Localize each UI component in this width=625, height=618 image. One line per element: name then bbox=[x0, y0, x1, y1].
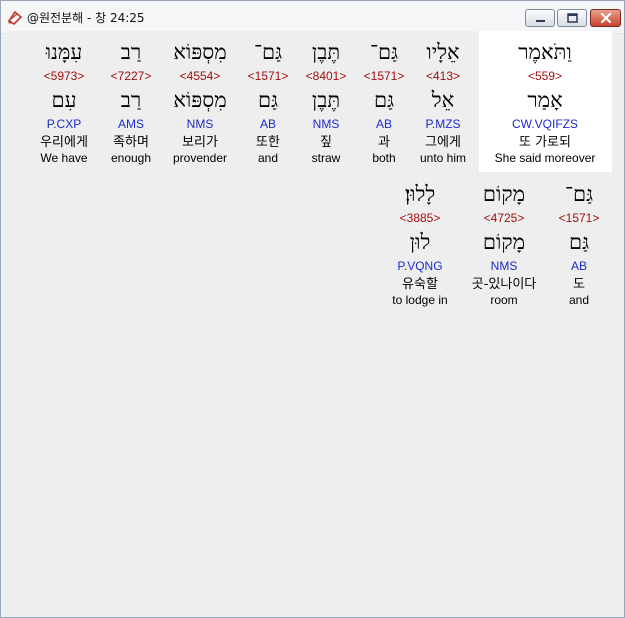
word-block[interactable]: עִמָּנוּ <5973> עִם P.CXP 우리에게 We have bbox=[4, 35, 124, 166]
korean-gloss: 유숙할 bbox=[402, 277, 438, 292]
window-title: @원전분해 - 창 24:25 bbox=[27, 11, 145, 25]
maximize-icon bbox=[567, 13, 578, 23]
hebrew-root: עִם bbox=[51, 88, 77, 112]
korean-gloss: 우리에게 bbox=[40, 135, 88, 150]
english-gloss: to lodge in bbox=[392, 293, 448, 307]
hebrew-root: לוּן bbox=[409, 230, 431, 254]
word-block[interactable]: לָלוּן׃ <3885> לוּן P.VQNG 유숙할 to lodge … bbox=[360, 177, 480, 308]
word-block[interactable]: וַתֹּאמֶר <559> אָמַר CW.VQIFZS 또 가로되 Sh… bbox=[485, 35, 605, 166]
korean-gloss: 또 가로되 bbox=[519, 135, 571, 150]
app-icon bbox=[6, 8, 24, 26]
hebrew-word: עִמָּנוּ bbox=[45, 40, 83, 64]
strong-number[interactable]: <5973> bbox=[4, 69, 124, 83]
english-gloss: We have bbox=[40, 151, 88, 165]
interlinear-window: @원전분해 - 창 24:25 וַתֹּאמֶר <559> אָמַר CW… bbox=[0, 0, 625, 618]
english-gloss: She said moreover bbox=[494, 151, 596, 165]
close-button[interactable] bbox=[590, 9, 621, 27]
strong-number[interactable]: <559> bbox=[485, 69, 605, 83]
morphology-code: P.VQNG bbox=[397, 259, 443, 273]
hebrew-word: וַתֹּאמֶר bbox=[518, 40, 572, 64]
interlinear-content: וַתֹּאמֶר <559> אָמַר CW.VQIFZS 또 가로되 Sh… bbox=[5, 31, 619, 613]
title-bar[interactable]: @원전분해 - 창 24:25 bbox=[1, 1, 624, 34]
maximize-button[interactable] bbox=[557, 9, 587, 27]
minimize-button[interactable] bbox=[525, 9, 555, 27]
strong-number[interactable]: <3885> bbox=[360, 211, 480, 225]
morphology-code: P.CXP bbox=[46, 117, 82, 131]
hebrew-root: אָמַר bbox=[527, 88, 563, 112]
morphology-code: CW.VQIFZS bbox=[512, 117, 578, 131]
close-icon bbox=[600, 12, 612, 24]
minimize-icon bbox=[536, 20, 545, 22]
hebrew-word: לָלוּן׃ bbox=[404, 182, 436, 206]
